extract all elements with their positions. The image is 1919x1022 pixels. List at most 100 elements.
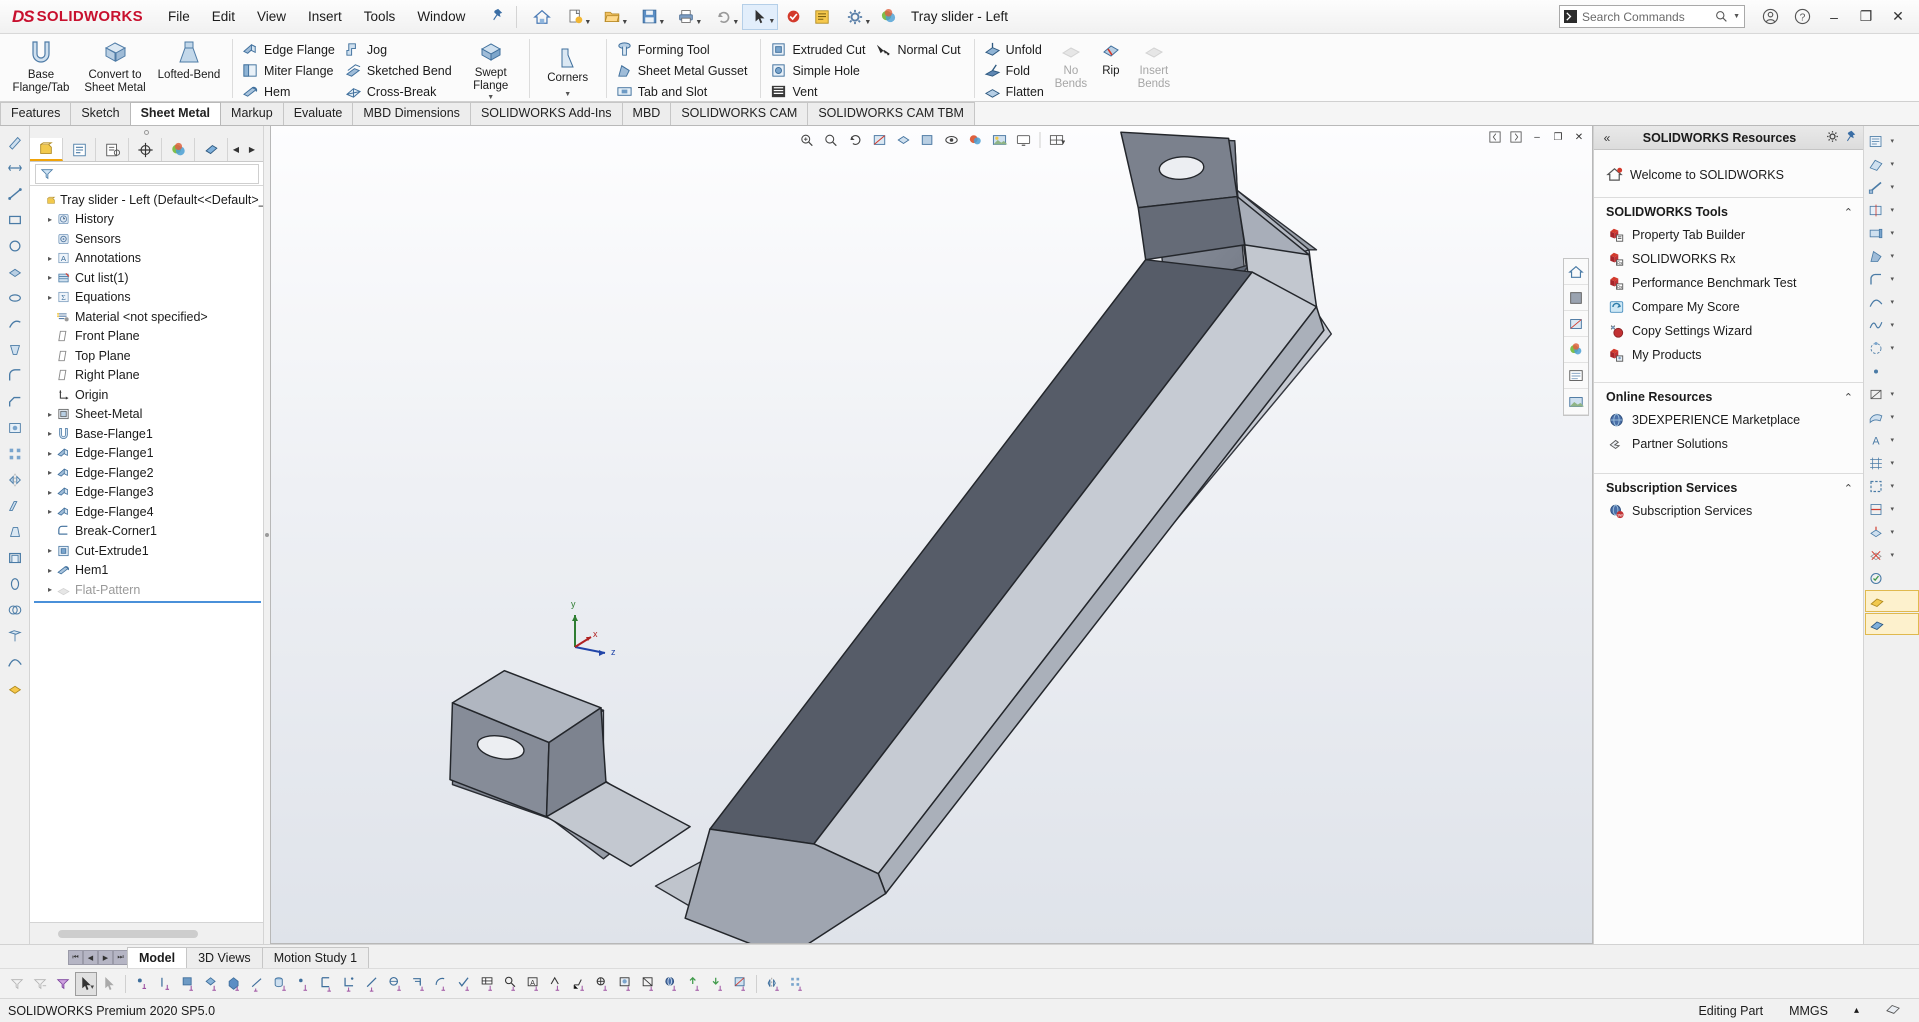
- smart-dimension-icon[interactable]: [2, 156, 28, 180]
- mirror-icon[interactable]: [2, 468, 28, 492]
- tree-item-top-plane[interactable]: Top Plane: [30, 346, 263, 366]
- no-bends-button[interactable]: No Bends: [1051, 36, 1091, 101]
- spline-icon[interactable]: ▾: [1865, 314, 1919, 336]
- chevron-down-icon[interactable]: ▼: [621, 19, 628, 26]
- previous-view-icon[interactable]: [844, 130, 866, 150]
- chamfer-icon[interactable]: [2, 390, 28, 414]
- tab-and-slot-button[interactable]: Tab and Slot: [613, 81, 755, 101]
- filter-toggle-icon[interactable]: [52, 972, 74, 996]
- bottom-tab-model[interactable]: Model: [127, 947, 188, 968]
- curves-icon[interactable]: [2, 650, 28, 674]
- pin-icon[interactable]: [482, 6, 511, 27]
- measure-corner-icon[interactable]: [338, 972, 360, 996]
- rectangle-tool-icon[interactable]: [2, 208, 28, 232]
- chevron-down-icon[interactable]: ▾: [1891, 275, 1895, 283]
- chevron-down-icon[interactable]: ▾: [1891, 137, 1895, 145]
- graphics-minimize-button[interactable]: –: [1528, 129, 1546, 145]
- measure-datum-target-icon[interactable]: [591, 972, 613, 996]
- compare-my-score-link[interactable]: Compare My Score: [1606, 295, 1853, 319]
- 3dexperience-marketplace-link[interactable]: 3DEXPERIENCE Marketplace: [1606, 408, 1853, 432]
- measure-offset-icon[interactable]: [407, 972, 429, 996]
- help-icon[interactable]: ?: [1787, 3, 1817, 31]
- section-header[interactable]: Subscription Services ⌃: [1606, 481, 1853, 495]
- tab-solidworks-cam[interactable]: SOLIDWORKS CAM: [670, 102, 809, 125]
- tree-item-cut-extrude1[interactable]: ▸ Cut-Extrude1: [30, 541, 263, 561]
- expand-arrow[interactable]: ▸: [44, 215, 56, 224]
- miter-flange-button[interactable]: Miter Flange: [239, 60, 342, 81]
- measure-line-icon[interactable]: [154, 972, 176, 996]
- menu-item-tools[interactable]: Tools: [353, 4, 407, 29]
- expand-arrow[interactable]: ▸: [44, 546, 56, 555]
- delete-face-icon[interactable]: ▾: [1865, 544, 1919, 566]
- open-folder-icon[interactable]: ▼: [594, 4, 630, 30]
- measure-annotation-icon[interactable]: A: [522, 972, 544, 996]
- section-header[interactable]: SOLIDWORKS Tools ⌃: [1606, 205, 1853, 219]
- measure-angle-icon[interactable]: [246, 972, 268, 996]
- tab-sketch[interactable]: Sketch: [70, 102, 131, 125]
- point-icon[interactable]: [1865, 360, 1919, 382]
- status-units-caret-icon[interactable]: ▴: [1854, 1005, 1859, 1016]
- fold-button[interactable]: Fold: [981, 60, 1051, 81]
- structural-member-icon[interactable]: ▾: [1865, 176, 1919, 198]
- tree-item-origin[interactable]: Origin: [30, 385, 263, 405]
- measure-insert-up-icon[interactable]: [683, 972, 705, 996]
- measure-volume-icon[interactable]: [200, 972, 222, 996]
- status-units-label[interactable]: MMGS: [1789, 1004, 1828, 1018]
- view-home-icon[interactable]: [1564, 259, 1588, 285]
- chevron-down-icon[interactable]: ▼: [658, 19, 665, 26]
- nav-first-button[interactable]: ⏮: [68, 950, 83, 965]
- pattern-icon[interactable]: [2, 442, 28, 466]
- chevron-down-icon[interactable]: ▾: [1891, 482, 1895, 490]
- chevron-up-icon[interactable]: ⌃: [1844, 391, 1853, 404]
- lofted-bend-button[interactable]: Lofted-Bend: [152, 36, 226, 101]
- tabs-scroll-right-icon[interactable]: ▶: [244, 145, 260, 154]
- pin-icon[interactable]: [1841, 130, 1859, 145]
- graphics-area[interactable]: ▾ ▾ ▾ ▾ ▾ – ❐ ✕ y x z: [270, 126, 1593, 944]
- horizontal-scroll-thumb[interactable]: [58, 929, 198, 938]
- cam-feature-tree-tab[interactable]: [195, 138, 228, 161]
- expand-arrow[interactable]: ▸: [44, 449, 56, 458]
- measure-weld-icon[interactable]: [568, 972, 590, 996]
- chevron-down-icon[interactable]: ▾: [1891, 183, 1895, 191]
- display-manager-tab[interactable]: [162, 138, 195, 161]
- rib-icon[interactable]: [2, 494, 28, 518]
- tree-item-edge-flange3[interactable]: ▸ Edge-Flange3: [30, 483, 263, 503]
- sketch-tool-icon[interactable]: [2, 130, 28, 154]
- tree-item-front-plane[interactable]: Front Plane: [30, 327, 263, 347]
- tabs-scroll-left-icon[interactable]: ◀: [228, 145, 244, 154]
- chevron-down-icon[interactable]: ▾: [1891, 390, 1895, 398]
- tree-item-sensors[interactable]: Sensors: [30, 229, 263, 249]
- expand-arrow[interactable]: ▸: [44, 429, 56, 438]
- chevron-down-icon[interactable]: ▼: [864, 19, 871, 26]
- fillet-icon[interactable]: [2, 364, 28, 388]
- gear-icon[interactable]: [1823, 130, 1841, 146]
- property-manager-tab[interactable]: [63, 138, 96, 161]
- new-document-icon[interactable]: ▼: [557, 4, 593, 30]
- circle-tool-icon[interactable]: [2, 234, 28, 258]
- datum-icon[interactable]: ▾: [1865, 383, 1919, 405]
- close-button[interactable]: ✕: [1883, 3, 1913, 31]
- chevron-down-icon[interactable]: ▼: [768, 18, 775, 25]
- revolve-boss-icon[interactable]: [2, 286, 28, 310]
- menu-item-insert[interactable]: Insert: [297, 4, 353, 29]
- measure-globe-icon[interactable]: [660, 972, 682, 996]
- measure-surface-finish-icon[interactable]: [545, 972, 567, 996]
- expand-arrow[interactable]: ▸: [44, 468, 56, 477]
- expand-arrow[interactable]: ▸: [44, 254, 56, 263]
- feature-tree-tab[interactable]: [30, 138, 63, 161]
- measure-bracket-icon[interactable]: [315, 972, 337, 996]
- hole-wizard-icon[interactable]: [2, 416, 28, 440]
- view-display-icon[interactable]: [1564, 363, 1588, 389]
- sweep-icon[interactable]: [2, 312, 28, 336]
- expand-arrow[interactable]: ▸: [44, 507, 56, 516]
- tree-item-base-flange1[interactable]: ▸ Base-Flange1: [30, 424, 263, 444]
- units-icon[interactable]: [1885, 1002, 1901, 1019]
- tree-item-edge-flange1[interactable]: ▸ Edge-Flange1: [30, 444, 263, 464]
- file-properties-icon[interactable]: [808, 4, 836, 30]
- chevron-down-icon[interactable]: ▾: [1891, 252, 1895, 260]
- subscription-services-link[interactable]: sw Subscription Services: [1606, 499, 1853, 523]
- trim-extend-icon[interactable]: ▾: [1865, 199, 1919, 221]
- line-tool-icon[interactable]: [2, 182, 28, 206]
- chevron-down-icon[interactable]: ▾: [1891, 298, 1895, 306]
- tree-item-cut-list[interactable]: ▸ Cut list(1): [30, 268, 263, 288]
